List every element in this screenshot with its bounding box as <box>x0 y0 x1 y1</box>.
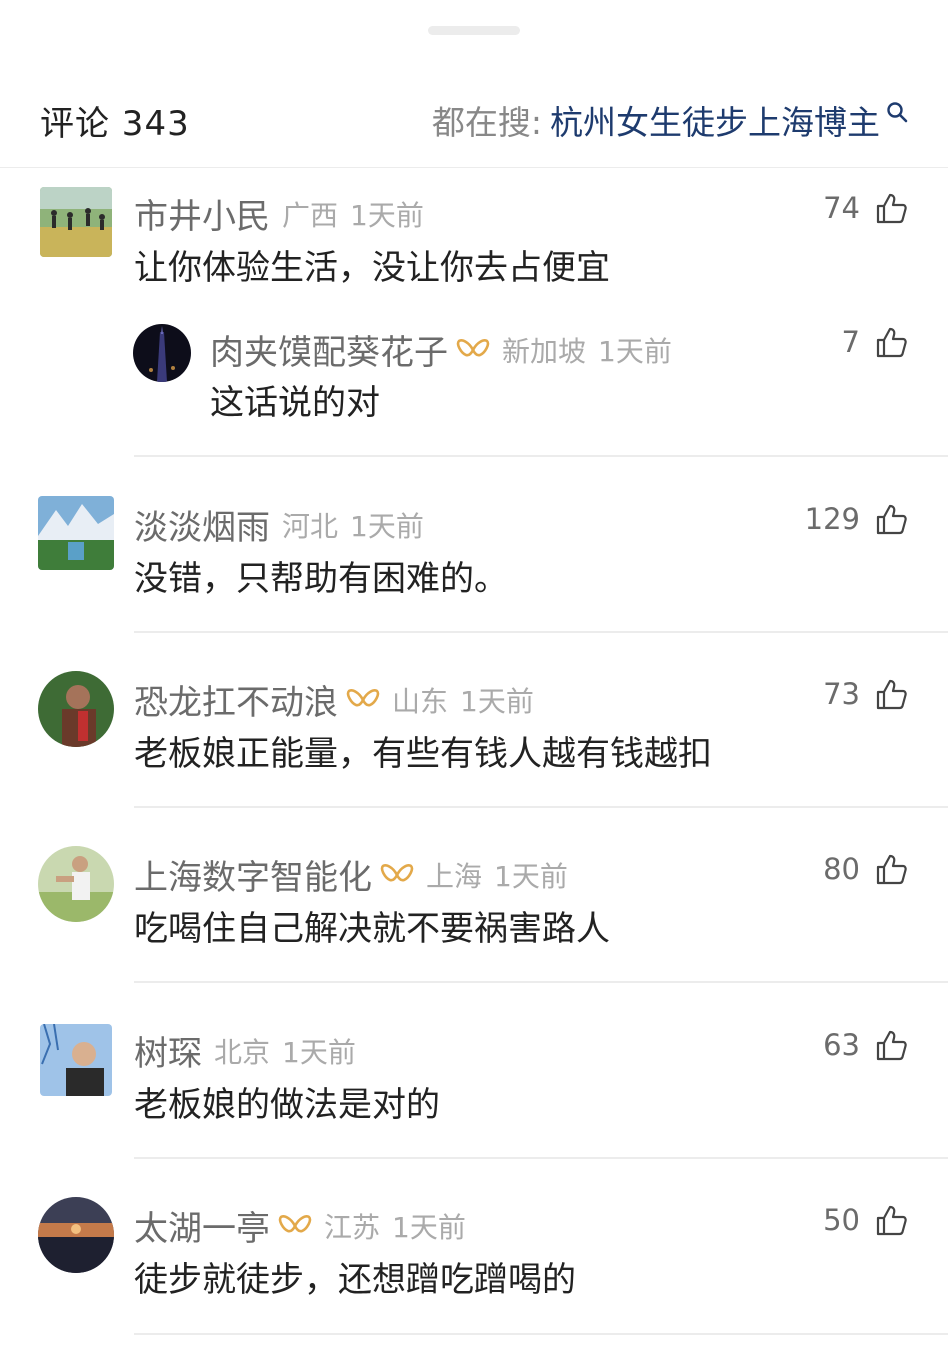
comment-meta: 恐龙扛不动浪 山东 1天前 <box>134 675 534 724</box>
username[interactable]: 树琛 <box>134 1026 202 1075</box>
comment-meta: 太湖一亭 江苏 1天前 <box>134 1201 466 1250</box>
thumbs-up-icon <box>876 327 907 358</box>
timestamp: 1天前 <box>494 859 568 893</box>
location: 广西 <box>282 198 339 232</box>
avatar[interactable] <box>38 496 114 570</box>
hot-search-prefix: 都在搜: <box>431 103 542 142</box>
location: 新加坡 <box>502 334 587 368</box>
like-button[interactable]: 7 <box>842 325 908 359</box>
comment-meta: 上海数字智能化 上海 1天前 <box>134 850 568 899</box>
like-count: 7 <box>841 325 860 359</box>
avatar-image <box>38 1197 114 1273</box>
reply-text[interactable]: 这话说的对 <box>210 375 380 424</box>
avatar-image <box>38 671 114 747</box>
vip-butterfly-icon <box>456 338 490 357</box>
thumbs-up-icon <box>876 504 907 535</box>
like-count: 73 <box>823 677 860 711</box>
avatar-image <box>40 187 112 257</box>
avatar-image <box>38 496 114 570</box>
username[interactable]: 恐龙扛不动浪 <box>134 675 338 724</box>
username[interactable]: 市井小民 <box>134 189 270 238</box>
like-button[interactable]: 129 <box>805 502 908 536</box>
username[interactable]: 淡淡烟雨 <box>134 500 270 549</box>
avatar[interactable] <box>38 846 114 922</box>
timestamp: 1天前 <box>460 684 534 718</box>
divider <box>134 631 948 633</box>
timestamp: 1天前 <box>350 509 424 543</box>
comment-text[interactable]: 让你体验生活，没让你去占便宜 <box>134 240 610 289</box>
like-button[interactable]: 74 <box>823 191 908 225</box>
avatar[interactable] <box>38 1197 114 1273</box>
timestamp: 1天前 <box>392 1210 466 1244</box>
username[interactable]: 肉夹馍配葵花子 <box>210 325 448 374</box>
thumbs-up-icon <box>876 1030 907 1061</box>
divider <box>134 981 948 983</box>
search-icon <box>887 102 908 123</box>
thumbs-up-icon <box>876 193 907 224</box>
like-count: 50 <box>823 1203 860 1237</box>
location: 北京 <box>214 1035 271 1069</box>
comment-text[interactable]: 老板娘的做法是对的 <box>134 1077 440 1126</box>
comment-text[interactable]: 徒步就徒步，还想蹭吃蹭喝的 <box>134 1252 576 1301</box>
vip-butterfly-icon <box>380 863 414 882</box>
sheet-drag-handle[interactable] <box>428 26 520 35</box>
like-button[interactable]: 63 <box>823 1028 908 1062</box>
vip-butterfly-icon <box>346 688 380 707</box>
thumbs-up-icon <box>876 1205 907 1236</box>
like-button[interactable]: 50 <box>823 1203 908 1237</box>
reply-meta: 肉夹馍配葵花子 新加坡 1天前 <box>210 325 672 374</box>
timestamp: 1天前 <box>282 1035 356 1069</box>
avatar[interactable] <box>133 324 191 382</box>
comment-meta: 市井小民 广西 1天前 <box>134 189 424 238</box>
comment-meta: 树琛 北京 1天前 <box>134 1026 356 1075</box>
comment-text[interactable]: 没错，只帮助有困难的。 <box>134 551 508 600</box>
thumbs-up-icon <box>876 679 907 710</box>
divider <box>134 806 948 808</box>
location: 上海 <box>426 859 483 893</box>
location: 山东 <box>392 684 449 718</box>
avatar[interactable] <box>40 1024 112 1096</box>
divider <box>134 1333 948 1335</box>
hot-search-query[interactable]: 杭州女生徒步上海博主 <box>550 96 880 144</box>
username[interactable]: 太湖一亭 <box>134 1201 270 1250</box>
avatar[interactable] <box>40 187 112 257</box>
vip-butterfly-icon <box>278 1214 312 1233</box>
avatar[interactable] <box>38 671 114 747</box>
like-count: 80 <box>823 852 860 886</box>
like-count: 129 <box>804 502 860 536</box>
comments-title: 评论 343 <box>40 104 190 144</box>
timestamp: 1天前 <box>350 198 424 232</box>
comment-text[interactable]: 老板娘正能量，有些有钱人越有钱越扣 <box>134 726 712 775</box>
avatar-image <box>133 324 191 382</box>
like-count: 63 <box>823 1028 860 1062</box>
like-button[interactable]: 73 <box>823 677 908 711</box>
avatar-image <box>38 846 114 922</box>
avatar-image <box>40 1024 112 1096</box>
comment-text[interactable]: 吃喝住自己解决就不要祸害路人 <box>134 901 610 950</box>
divider <box>134 455 948 457</box>
location: 河北 <box>282 509 339 543</box>
username[interactable]: 上海数字智能化 <box>134 850 372 899</box>
like-count: 74 <box>823 191 860 225</box>
timestamp: 1天前 <box>598 334 672 368</box>
location: 江苏 <box>324 1210 381 1244</box>
divider <box>134 1157 948 1159</box>
hot-search-link[interactable]: 都在搜: 杭州女生徒步上海博主 <box>432 96 908 144</box>
comments-header: 评论 343 都在搜: 杭州女生徒步上海博主 <box>0 70 948 168</box>
thumbs-up-icon <box>876 854 907 885</box>
comment-meta: 淡淡烟雨 河北 1天前 <box>134 500 424 549</box>
like-button[interactable]: 80 <box>823 852 908 886</box>
